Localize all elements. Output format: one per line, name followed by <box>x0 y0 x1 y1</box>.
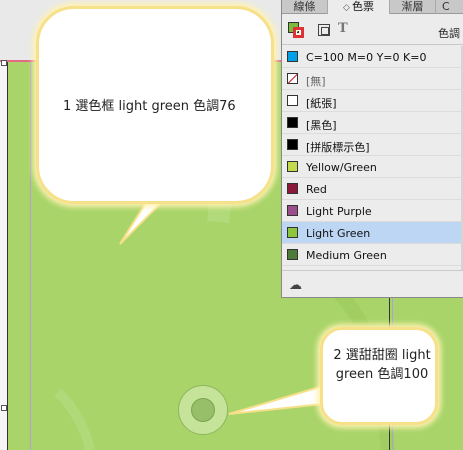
swatch-name: Light Green <box>306 227 371 240</box>
callout-step-1-text: 1 選色框 light green 色調76 <box>63 99 236 114</box>
stroke-swatch-indicator <box>293 27 304 38</box>
fill-stroke-icon[interactable] <box>288 22 304 38</box>
container-icon[interactable] <box>318 24 330 36</box>
swatch-name: Medium Green <box>306 249 387 262</box>
swatch-row-black[interactable]: [黑色] <box>282 112 463 134</box>
swatch-chip <box>287 139 298 150</box>
callout-step-2: 2 選甜甜圈 light green 色調100 <box>320 327 438 425</box>
callout-step-1: 1 選色框 light green 色調76 <box>36 6 274 204</box>
swatch-name: Light Purple <box>306 205 372 218</box>
tab-swatches[interactable]: ◇ 色票 <box>328 0 390 14</box>
swatch-row-red[interactable]: Red <box>282 178 463 200</box>
swatch-chip <box>287 205 298 216</box>
swatch-row-registration[interactable]: [拼版標示色] <box>282 134 463 156</box>
tab-stroke[interactable]: 線條 <box>282 0 328 14</box>
swatches-panel: 線條 ◇ 色票 漸層 C T 色調 C=100 M=0 Y=0 K=0 [無] [… <box>281 0 463 298</box>
donut-hole <box>191 398 215 422</box>
swatch-row-yellow-green[interactable]: Yellow/Green <box>282 156 463 178</box>
donut-shape[interactable] <box>178 385 228 435</box>
tint-label: 色調 <box>438 27 460 40</box>
margin-guide-left <box>30 62 31 450</box>
swatch-chip <box>287 51 298 62</box>
callout-step-2-text: 2 選甜甜圈 light green 色調100 <box>333 348 431 382</box>
panel-tabs: 線條 ◇ 色票 漸層 C <box>282 0 463 14</box>
swatch-chip <box>287 95 298 106</box>
swatch-row-none[interactable]: [無] <box>282 68 463 90</box>
cloud-library-icon[interactable]: ☁ <box>289 278 302 293</box>
swatch-chip <box>287 183 298 194</box>
tab-color[interactable]: C <box>436 0 463 14</box>
swatch-name: [無] <box>306 75 326 88</box>
selection-handle-middle-left[interactable] <box>1 405 7 411</box>
swatch-list: C=100 M=0 Y=0 K=0 [無] [紙張] [黑色] [拼版標示色] … <box>282 46 463 266</box>
panel-footer: ☁ <box>282 270 463 298</box>
swatch-row-light-purple[interactable]: Light Purple <box>282 200 463 222</box>
swatch-row-light-green[interactable]: Light Green <box>282 222 463 244</box>
text-formatting-icon[interactable]: T <box>338 21 348 36</box>
swatch-name: [紙張] <box>306 97 337 110</box>
selection-handle-top-left[interactable] <box>1 60 7 66</box>
swatch-name: [拼版標示色] <box>306 141 370 154</box>
frame-left-edge <box>0 62 8 450</box>
tab-swatches-label: 色票 <box>351 0 374 13</box>
swatch-chip <box>287 227 298 238</box>
swatches-toolbar: T 色調 <box>282 15 463 45</box>
swatch-name: C=100 M=0 Y=0 K=0 <box>306 51 427 64</box>
swatch-chip <box>287 161 298 172</box>
swatch-name: Yellow/Green <box>306 161 377 174</box>
swatch-row-medium-green[interactable]: Medium Green <box>282 244 463 266</box>
swatch-name: Red <box>306 183 327 196</box>
tab-gradient[interactable]: 漸層 <box>390 0 436 14</box>
swatch-chip <box>287 117 298 128</box>
swatch-row-paper[interactable]: [紙張] <box>282 90 463 112</box>
swatch-row-cyan[interactable]: C=100 M=0 Y=0 K=0 <box>282 46 463 68</box>
swatch-name: [黑色] <box>306 119 337 132</box>
none-swatch-icon <box>287 73 298 84</box>
swatch-chip <box>287 249 298 260</box>
tab-arrows-icon: ◇ <box>343 3 350 13</box>
